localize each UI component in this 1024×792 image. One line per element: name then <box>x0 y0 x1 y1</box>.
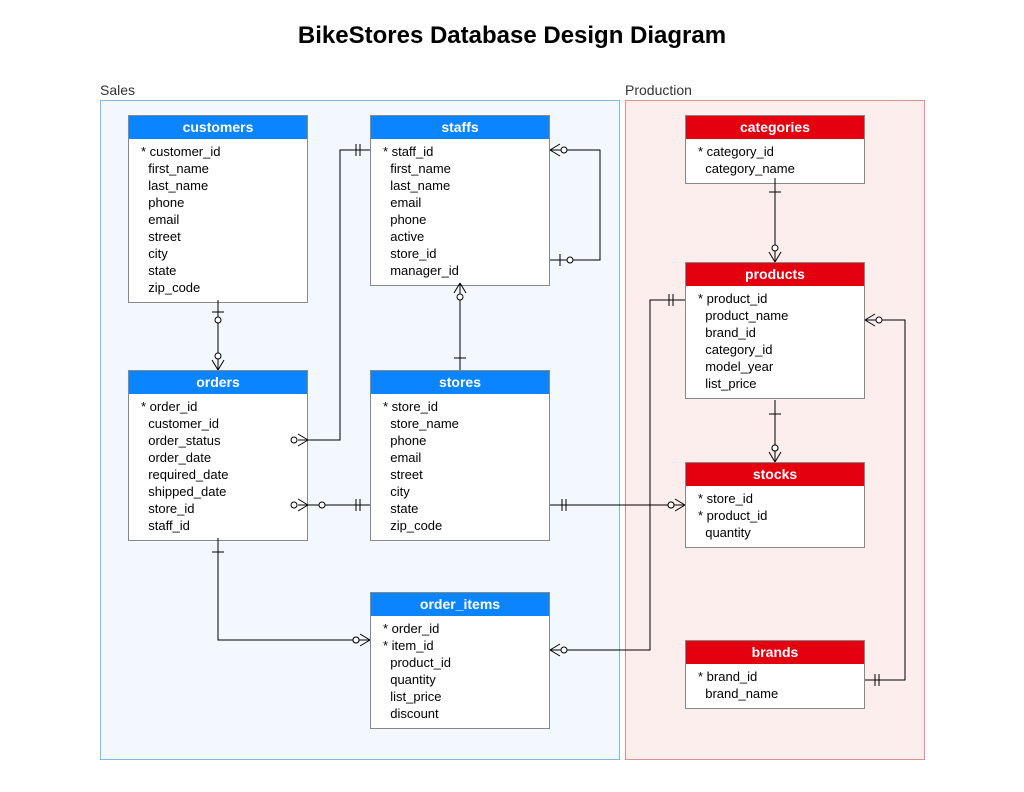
column: zip_code <box>129 279 307 296</box>
table-categories: categories * category_id category_name <box>685 115 865 184</box>
column: staff_id <box>129 517 307 534</box>
column: quantity <box>686 524 864 541</box>
column: street <box>371 466 549 483</box>
table-columns-orders: * order_id customer_id order_status orde… <box>129 394 307 540</box>
table-header-brands: brands <box>686 641 864 664</box>
table-columns-staffs: * staff_id first_name last_name email ph… <box>371 139 549 285</box>
column: * product_id <box>686 507 864 524</box>
column: category_name <box>686 160 864 177</box>
column: required_date <box>129 466 307 483</box>
table-header-order-items: order_items <box>371 593 549 616</box>
table-columns-products: * product_id product_name brand_id categ… <box>686 286 864 398</box>
column: email <box>129 211 307 228</box>
column: * product_id <box>686 290 864 307</box>
column: store_id <box>371 245 549 262</box>
table-customers: customers * customer_id first_name last_… <box>128 115 308 303</box>
column: city <box>371 483 549 500</box>
table-header-categories: categories <box>686 116 864 139</box>
table-columns-brands: * brand_id brand_name <box>686 664 864 708</box>
column: * store_id <box>371 398 549 415</box>
column: brand_name <box>686 685 864 702</box>
column: brand_id <box>686 324 864 341</box>
column: discount <box>371 705 549 722</box>
table-stores: stores * store_id store_name phone email… <box>370 370 550 541</box>
table-header-orders: orders <box>129 371 307 394</box>
schema-label-production: Production <box>625 82 692 98</box>
column: * item_id <box>371 637 549 654</box>
table-order-items: order_items * order_id* item_id product_… <box>370 592 550 729</box>
table-columns-customers: * customer_id first_name last_name phone… <box>129 139 307 302</box>
column: email <box>371 449 549 466</box>
table-orders: orders * order_id customer_id order_stat… <box>128 370 308 541</box>
column: * category_id <box>686 143 864 160</box>
column: * order_id <box>129 398 307 415</box>
column: order_date <box>129 449 307 466</box>
column: category_id <box>686 341 864 358</box>
column: phone <box>371 211 549 228</box>
column: first_name <box>129 160 307 177</box>
column: zip_code <box>371 517 549 534</box>
column: manager_id <box>371 262 549 279</box>
diagram-title: BikeStores Database Design Diagram <box>0 22 1024 50</box>
table-columns-categories: * category_id category_name <box>686 139 864 183</box>
column: store_id <box>129 500 307 517</box>
column: * order_id <box>371 620 549 637</box>
column: product_name <box>686 307 864 324</box>
table-columns-stocks: * store_id* product_id quantity <box>686 486 864 547</box>
column: first_name <box>371 160 549 177</box>
column: email <box>371 194 549 211</box>
table-header-customers: customers <box>129 116 307 139</box>
column: last_name <box>129 177 307 194</box>
column: city <box>129 245 307 262</box>
column: list_price <box>686 375 864 392</box>
table-header-stores: stores <box>371 371 549 394</box>
table-header-products: products <box>686 263 864 286</box>
table-columns-order-items: * order_id* item_id product_id quantity … <box>371 616 549 728</box>
column: store_name <box>371 415 549 432</box>
table-brands: brands * brand_id brand_name <box>685 640 865 709</box>
column: customer_id <box>129 415 307 432</box>
table-header-staffs: staffs <box>371 116 549 139</box>
column: street <box>129 228 307 245</box>
column: product_id <box>371 654 549 671</box>
column: state <box>129 262 307 279</box>
table-staffs: staffs * staff_id first_name last_name e… <box>370 115 550 286</box>
table-columns-stores: * store_id store_name phone email street… <box>371 394 549 540</box>
column: * staff_id <box>371 143 549 160</box>
column: shipped_date <box>129 483 307 500</box>
table-products: products * product_id product_name brand… <box>685 262 865 399</box>
column: phone <box>371 432 549 449</box>
table-stocks: stocks * store_id* product_id quantity <box>685 462 865 548</box>
column: last_name <box>371 177 549 194</box>
column: order_status <box>129 432 307 449</box>
column: quantity <box>371 671 549 688</box>
column: * brand_id <box>686 668 864 685</box>
column: phone <box>129 194 307 211</box>
column: model_year <box>686 358 864 375</box>
schema-label-sales: Sales <box>100 82 135 98</box>
table-header-stocks: stocks <box>686 463 864 486</box>
column: state <box>371 500 549 517</box>
column: * store_id <box>686 490 864 507</box>
column: list_price <box>371 688 549 705</box>
column: * customer_id <box>129 143 307 160</box>
column: active <box>371 228 549 245</box>
